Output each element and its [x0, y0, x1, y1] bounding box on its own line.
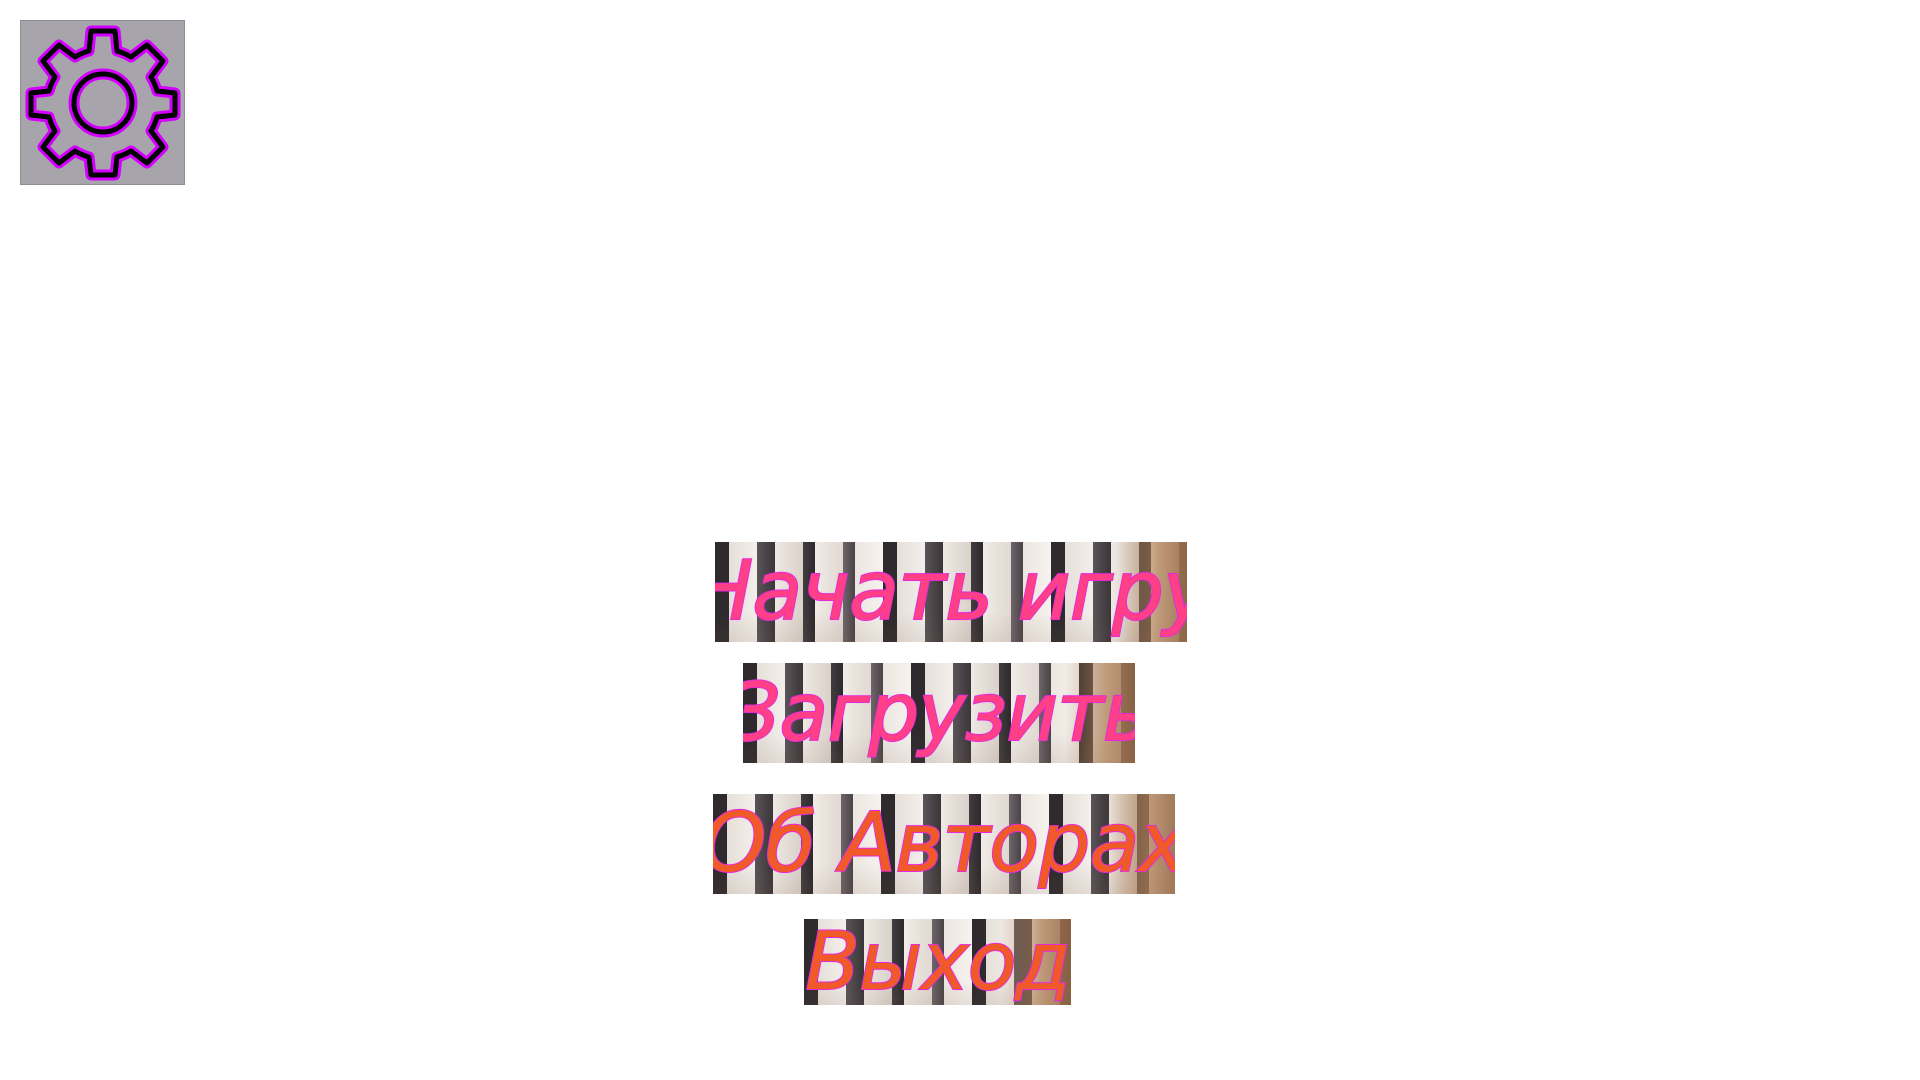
load-game-label: Загрузить [743, 666, 1135, 759]
start-game-label: Начать игру [715, 544, 1187, 639]
settings-button[interactable] [20, 20, 185, 185]
gear-icon [25, 25, 180, 180]
exit-button[interactable]: Выход [804, 919, 1071, 1005]
about-authors-button[interactable]: Об Авторах [713, 794, 1175, 894]
about-authors-label: Об Авторах [713, 796, 1175, 891]
start-game-button[interactable]: Начать игру [715, 542, 1187, 642]
exit-label: Выход [804, 919, 1071, 1005]
main-menu-screen: Начать игру Загрузить Об Авторах Выход [0, 0, 1920, 1080]
load-game-button[interactable]: Загрузить [743, 663, 1135, 763]
